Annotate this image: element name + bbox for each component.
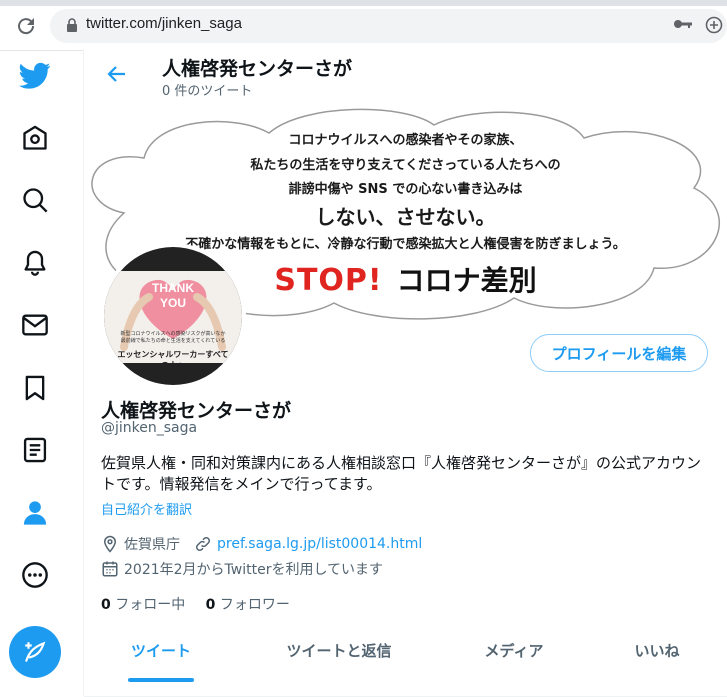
- following-link[interactable]: 0 フォロー中: [101, 597, 185, 613]
- profile-location: 佐賀県庁: [124, 537, 180, 553]
- banner-line-4: しない、させない。: [315, 205, 496, 229]
- translate-bio-link[interactable]: 自己紹介を翻訳: [101, 499, 192, 518]
- lock-icon[interactable]: [66, 17, 78, 37]
- banner-line-3: 誹謗中傷や SNS での心ない書き込みは: [288, 182, 523, 197]
- reload-icon[interactable]: [14, 14, 38, 38]
- url-text[interactable]: twitter.com/jinken_saga: [86, 15, 242, 32]
- avatar-image: THANK YOU 新型コロナウイルスへの感染リスクが高いなか 最前線で私たちの命…: [104, 247, 242, 385]
- profile-joined-date: 2021年2月からTwitterを利用しています: [124, 562, 384, 578]
- followers-link[interactable]: 0 フォロワー: [206, 597, 290, 613]
- home-icon[interactable]: [19, 122, 51, 154]
- feather-plus-icon: [25, 641, 46, 662]
- notifications-bell-icon[interactable]: [19, 247, 51, 279]
- link-icon: [194, 535, 212, 553]
- twitter-logo-icon[interactable]: [19, 60, 51, 92]
- location-pin-icon: [101, 535, 119, 553]
- avatar-caption: エッセンシャルワーカーすべての人へ: [117, 350, 229, 370]
- profile-tabs: ツイート ツイートと返信 メディア いいね: [84, 620, 727, 697]
- avatar-small-text-2: 最前線で私たちの命と生活を支えてくれている: [120, 338, 226, 344]
- profile-website-link[interactable]: pref.saga.lg.jp/list00014.html: [217, 536, 422, 552]
- tab-media[interactable]: メディア: [469, 640, 559, 661]
- tab-tweets-and-replies[interactable]: ツイートと返信: [269, 640, 409, 661]
- profile-name: 人権啓発センターさが: [101, 400, 292, 422]
- profile-icon[interactable]: [19, 497, 51, 529]
- heart-text-line-2: YOU: [159, 296, 186, 310]
- discrimination-text: コロナ差別: [396, 264, 537, 297]
- explore-search-icon[interactable]: [19, 184, 51, 216]
- banner-line-1: コロナウイルスへの感染者やその家族、: [288, 133, 523, 148]
- key-icon[interactable]: [673, 16, 693, 36]
- tab-strip: [0, 0, 727, 6]
- browser-toolbar: twitter.com/jinken_saga: [0, 0, 727, 51]
- follow-stats: 0 フォロー中 0 フォロワー: [101, 594, 290, 614]
- tab-tweets[interactable]: ツイート: [120, 640, 202, 661]
- tweet-count: 0 件のツイート: [162, 84, 253, 99]
- add-bookmark-icon[interactable]: [705, 16, 723, 38]
- followers-count: 0: [205, 597, 216, 613]
- avatar-small-text-1: 新型コロナウイルスへの感染リスクが高いなか: [120, 331, 226, 337]
- tab-likes[interactable]: いいね: [622, 640, 692, 661]
- heart-text: THANK YOU: [142, 281, 204, 311]
- profile-handle: @jinken_saga: [101, 420, 198, 436]
- page-title: 人権啓発センターさが: [162, 58, 353, 80]
- following-count: 0: [101, 597, 111, 613]
- messages-mail-icon[interactable]: [19, 309, 51, 341]
- compose-tweet-button[interactable]: [9, 626, 61, 678]
- banner-line-2: 私たちの生活を守り支えてくださっている人たちへの: [250, 158, 561, 173]
- stop-text: STOP!: [274, 263, 383, 298]
- edit-profile-button[interactable]: プロフィールを編集: [530, 334, 708, 372]
- active-tab-indicator: [128, 678, 194, 682]
- lists-icon[interactable]: [19, 434, 51, 466]
- more-icon[interactable]: [19, 559, 51, 591]
- heart-text-line-1: THANK: [152, 281, 194, 295]
- calendar-icon: [101, 560, 119, 578]
- following-label: フォロー中: [115, 597, 186, 613]
- bookmarks-icon[interactable]: [19, 372, 51, 404]
- sidebar-nav: [0, 50, 84, 696]
- back-arrow-icon[interactable]: [107, 64, 127, 88]
- avatar[interactable]: THANK YOU 新型コロナウイルスへの感染リスクが高いなか 最前線で私たちの命…: [100, 243, 246, 389]
- followers-label: フォロワー: [219, 597, 290, 613]
- profile-bio: 佐賀県人権・同和対策課内にある人権相談窓口『人権啓発センターさが』の公式アカウン…: [101, 454, 702, 493]
- profile-meta-row: 佐賀県庁 pref.saga.lg.jp/list00014.html: [101, 534, 422, 554]
- profile-joined-row: 2021年2月からTwitterを利用しています: [101, 559, 383, 579]
